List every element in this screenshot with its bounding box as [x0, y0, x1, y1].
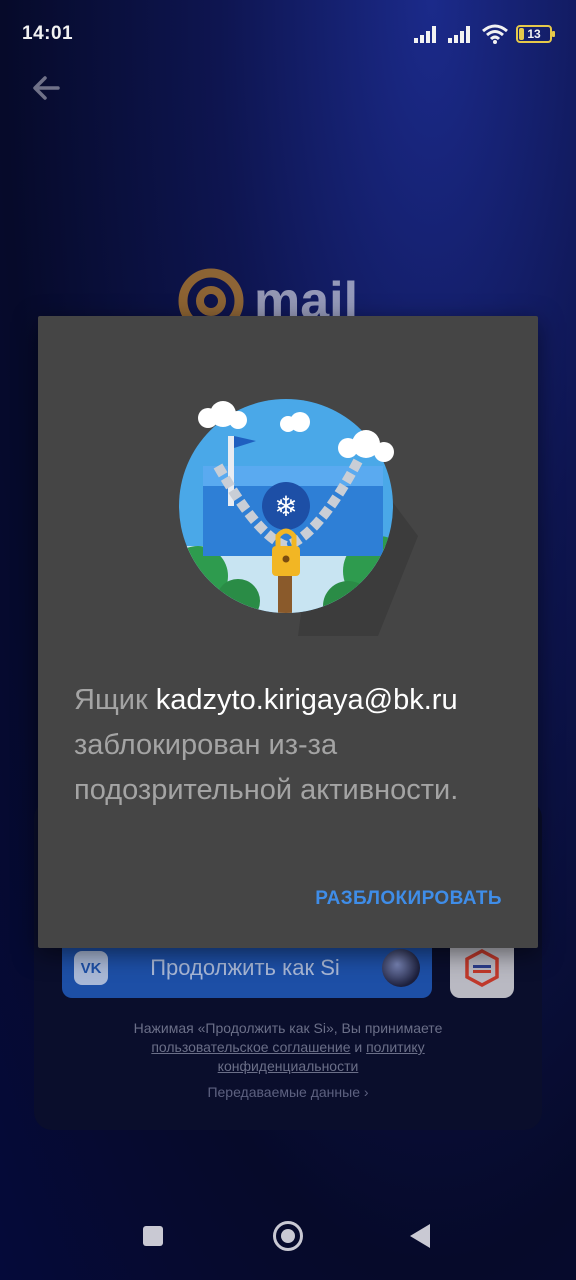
avatar: [382, 949, 420, 987]
terms-prefix: Нажимая «Продолжить как Si», Вы принимае…: [133, 1020, 443, 1036]
back-button[interactable]: [410, 1224, 430, 1248]
continue-with-vk-label: Продолжить как Si: [150, 955, 340, 980]
signal-icon: [448, 26, 470, 43]
alternate-login-icon: [465, 949, 499, 987]
wifi-icon: [482, 24, 508, 44]
system-nav-bar: [0, 1200, 576, 1280]
blocked-message: Ящик kadzyto.kirigaya@bk.ru заблокирован…: [74, 678, 514, 813]
home-button[interactable]: [273, 1221, 303, 1251]
transferred-data-label: Передаваемые данные: [207, 1084, 360, 1100]
chevron-right-icon: ›: [363, 1084, 369, 1100]
transferred-data-link[interactable]: Передаваемые данные ›: [0, 1084, 576, 1100]
status-bar: 14:01 13: [0, 0, 576, 70]
battery-icon: 13: [516, 25, 555, 43]
locked-mailbox-illustration: ❄: [179, 399, 418, 636]
recents-button[interactable]: [143, 1226, 163, 1246]
terms-and: и: [350, 1039, 367, 1055]
message-prefix: Ящик: [74, 684, 156, 716]
svg-text:❄: ❄: [274, 490, 297, 523]
status-time: 14:01: [22, 23, 74, 44]
battery-level: 13: [527, 27, 541, 41]
terms-text: Нажимая «Продолжить как Si», Вы принимае…: [90, 1019, 486, 1076]
blocked-mailbox-dialog: ❄ Ящик kadzyto.kirigaya@bk.ru заблокиров…: [38, 316, 538, 948]
email-address: kadzyto.kirigaya@bk.ru: [155, 684, 458, 716]
status-icons: 13: [414, 24, 555, 44]
user-agreement-link[interactable]: пользовательское соглашение: [151, 1039, 350, 1055]
vk-logo-icon: VK: [74, 951, 108, 985]
message-suffix: заблокирован из-за подозрительной активн…: [74, 729, 459, 806]
unlock-button[interactable]: РАЗБЛОКИРОВАТЬ: [315, 888, 502, 910]
back-arrow-icon[interactable]: [28, 70, 68, 106]
signal-icon: [414, 26, 436, 43]
